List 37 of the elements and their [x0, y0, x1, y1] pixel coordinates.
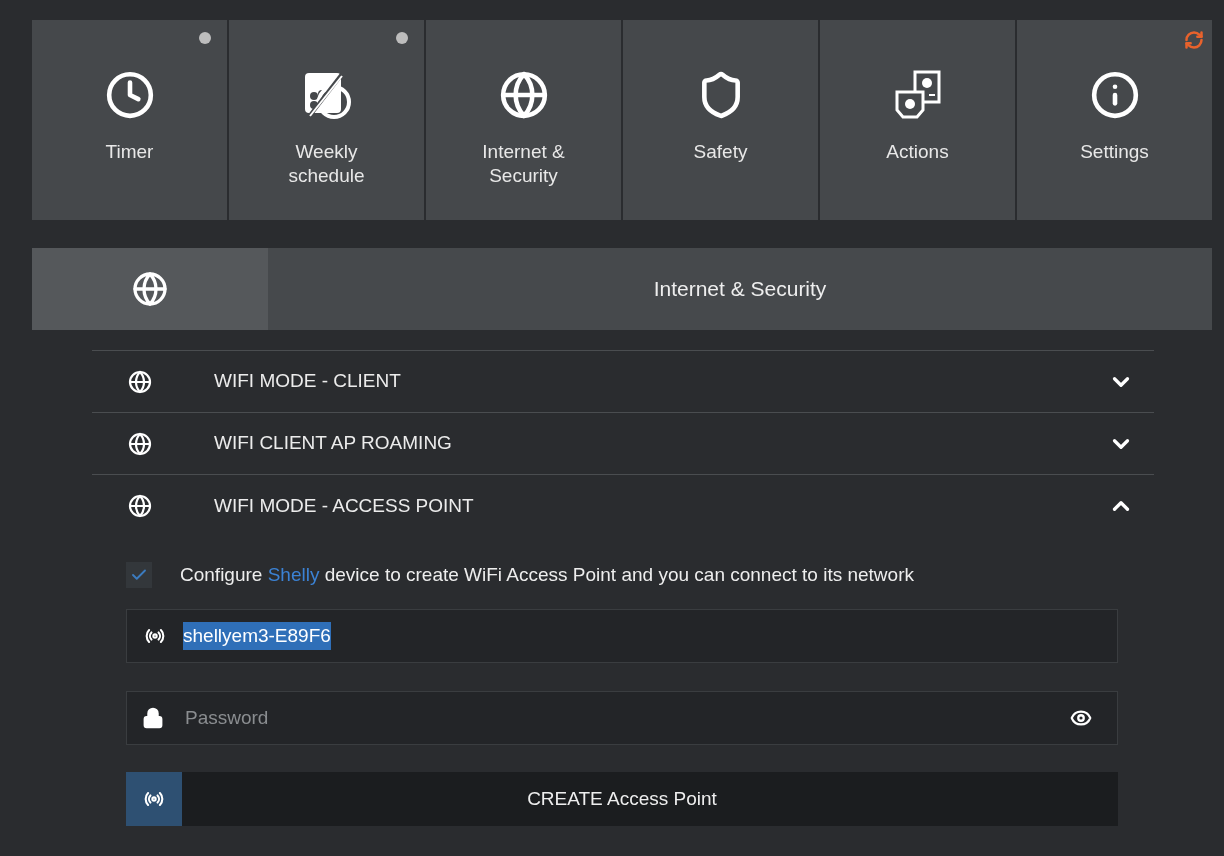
globe-icon — [128, 494, 152, 518]
globe-icon — [128, 431, 152, 456]
checkbox-label: Configure Shelly device to create WiFi Access Point and you can connect to its network — [180, 562, 914, 587]
accordion-header[interactable]: WIFI MODE - ACCESS POINT — [92, 475, 1154, 537]
info-icon — [1089, 70, 1140, 120]
tile-label: Weekly schedule — [287, 140, 366, 188]
tile-label: Timer — [104, 140, 155, 164]
broadcast-icon — [144, 789, 164, 809]
tile-label: Settings — [1079, 140, 1150, 164]
accordion-header[interactable]: WIFI MODE - CLIENT — [92, 351, 1154, 413]
ssid-field[interactable]: shellyem3-E89F6 — [126, 609, 1118, 663]
menu-tile[interactable]: Actions — [820, 20, 1015, 220]
tile-label: Actions — [885, 140, 950, 164]
menu-tile[interactable]: Internet & Security — [426, 20, 621, 220]
accordion-title: WIFI MODE - CLIENT — [214, 369, 402, 394]
shelly-link[interactable]: Shelly — [267, 563, 320, 585]
globe-icon — [132, 271, 168, 307]
menu-tile[interactable]: Safety — [623, 20, 818, 220]
accordion-header[interactable]: WIFI CLIENT AP ROAMING — [92, 413, 1154, 475]
tile-label: Safety — [692, 140, 749, 164]
menu-tile[interactable]: Timer — [32, 20, 227, 220]
ssid-value: shellyem3-E89F6 — [183, 621, 331, 651]
globe-icon — [128, 369, 152, 394]
menu-tile[interactable]: Weekly schedule — [229, 20, 424, 220]
menu-tile[interactable]: Settings — [1017, 20, 1212, 220]
section-title: Internet & Security — [653, 276, 827, 303]
refresh-icon — [1184, 30, 1204, 50]
accordion-title: WIFI MODE - ACCESS POINT — [214, 493, 475, 518]
broadcast-icon — [145, 626, 165, 646]
password-field[interactable]: Password — [126, 691, 1118, 745]
checkbox[interactable] — [126, 562, 152, 588]
tile-label: Internet & Security — [481, 140, 566, 188]
lock-icon — [142, 707, 164, 729]
globe-icon — [498, 70, 549, 120]
create-access-point-button[interactable]: CREATE Access Point — [126, 772, 1118, 826]
accordion-title: WIFI CLIENT AP ROAMING — [214, 431, 453, 456]
clock-icon — [104, 70, 155, 120]
